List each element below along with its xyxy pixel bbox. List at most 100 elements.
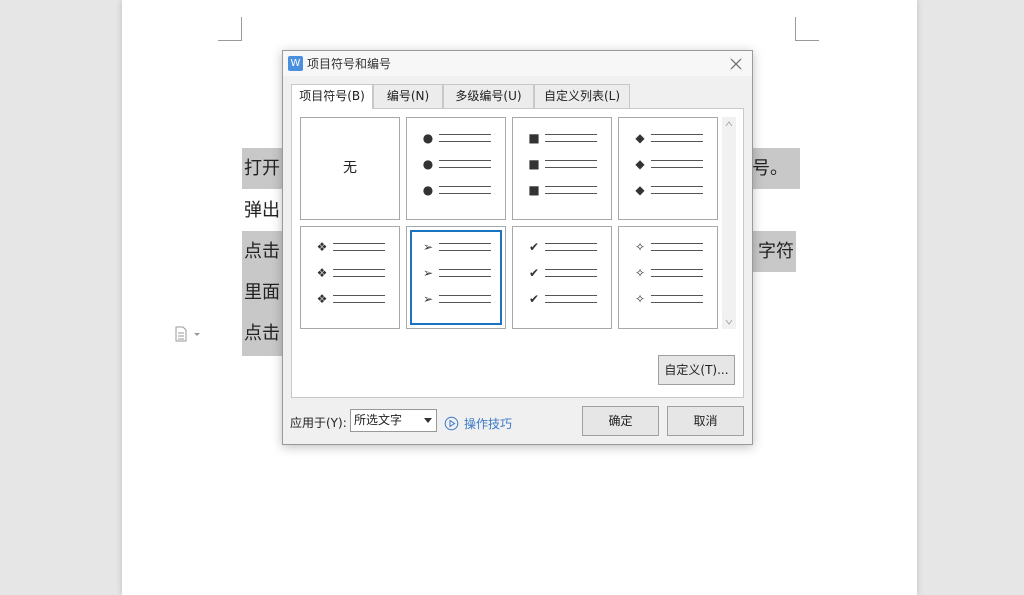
apply-to-value: 所选文字 — [354, 413, 403, 427]
preview-line — [545, 186, 597, 187]
arrowhead-bullet-icon: ➢ — [422, 240, 434, 254]
bullet-preview-row: ❖ — [315, 293, 389, 305]
preview-line — [545, 193, 597, 194]
tab-multilevel[interactable]: 多级编号(U) — [443, 84, 534, 108]
preview-line — [651, 302, 703, 303]
checkmark-bullet-icon: ✔ — [528, 266, 540, 280]
play-circle-icon[interactable] — [444, 416, 459, 431]
four-point-star-bullet-icon: ✧ — [634, 292, 646, 306]
preview-line — [333, 302, 385, 303]
bullet-preview-row: ■ — [527, 184, 601, 196]
checkmark-bullet-icon: ✔ — [528, 240, 540, 254]
preview-line — [439, 243, 491, 244]
preview-line — [651, 269, 703, 270]
preview-line — [439, 193, 491, 194]
preview-line — [651, 250, 703, 251]
crop-mark-left — [218, 17, 242, 41]
preview-line — [545, 276, 597, 277]
bullet-option-filled-square[interactable]: ■ ■ ■ — [512, 117, 612, 220]
preview-line — [651, 295, 703, 296]
preview-line — [545, 134, 597, 135]
bullet-preview-row: ● — [421, 184, 495, 196]
preview-line — [651, 186, 703, 187]
bullet-preview-row: ● — [421, 158, 495, 170]
apply-to-label: 应用于(Y): — [290, 416, 347, 430]
preview-line — [333, 295, 385, 296]
cancel-button[interactable]: 取消 — [667, 406, 744, 436]
bullet-preview-row: ✧ — [633, 267, 707, 279]
bullet-preview-row: ✔ — [527, 241, 601, 253]
bullet-preview-row: ■ — [527, 158, 601, 170]
dialog-title: 项目符号和编号 — [307, 57, 392, 71]
ok-button[interactable]: 确定 — [582, 406, 659, 436]
apply-to-select[interactable]: 所选文字 — [350, 409, 437, 432]
bullet-preview-row: ✧ — [633, 241, 707, 253]
preview-line — [545, 141, 597, 142]
preview-line — [545, 243, 597, 244]
filled-circle-bullet-icon: ● — [422, 183, 434, 197]
four-diamonds-bullet-icon: ❖ — [316, 240, 328, 254]
filled-circle-bullet-icon: ● — [422, 131, 434, 145]
chevron-down-icon — [424, 418, 432, 423]
tips-link[interactable]: 操作技巧 — [464, 415, 512, 432]
preview-line — [333, 250, 385, 251]
paragraph-layout-icon[interactable] — [174, 326, 204, 342]
bullet-option-none[interactable]: 无 — [300, 117, 400, 220]
arrowhead-bullet-icon: ➢ — [422, 292, 434, 306]
bullet-option-filled-circle[interactable]: ● ● ● — [406, 117, 506, 220]
arrowhead-bullet-icon: ➢ — [422, 266, 434, 280]
dialog-titlebar[interactable]: W 项目符号和编号 — [283, 51, 752, 76]
crop-mark-right — [795, 17, 819, 41]
preview-line — [439, 160, 491, 161]
bullet-option-four-diamonds[interactable]: ❖ ❖ ❖ — [300, 226, 400, 329]
bullet-preview-row: ❖ — [315, 241, 389, 253]
preview-line — [439, 186, 491, 187]
preview-line — [439, 250, 491, 251]
bullet-preview-row: ✧ — [633, 293, 707, 305]
tab-bullets[interactable]: 项目符号(B) — [291, 84, 373, 109]
four-point-star-bullet-icon: ✧ — [634, 240, 646, 254]
filled-square-bullet-icon: ■ — [528, 183, 540, 197]
four-point-star-bullet-icon: ✧ — [634, 266, 646, 280]
none-label: 无 — [343, 160, 357, 176]
preview-line — [439, 276, 491, 277]
tab-numbering[interactable]: 编号(N) — [373, 84, 443, 108]
bullet-option-checkmark[interactable]: ✔ ✔ ✔ — [512, 226, 612, 329]
preview-line — [439, 167, 491, 168]
bullet-preview-row: ➢ — [421, 267, 495, 279]
customize-button[interactable]: 自定义(T)... — [658, 355, 735, 385]
bullet-preview-row: ◆ — [633, 132, 707, 144]
bullet-preview-row: ❖ — [315, 267, 389, 279]
preview-line — [651, 134, 703, 135]
bullet-preview-row: ■ — [527, 132, 601, 144]
preview-line — [545, 250, 597, 251]
preview-line — [651, 276, 703, 277]
bullets-scrollbar[interactable] — [722, 117, 736, 329]
preview-line — [333, 276, 385, 277]
bullet-preview-row: ◆ — [633, 184, 707, 196]
bullet-preview-row: ✔ — [527, 267, 601, 279]
tab-custom-list[interactable]: 自定义列表(L) — [534, 84, 630, 108]
preview-line — [651, 167, 703, 168]
bullet-option-arrowhead[interactable]: ➢ ➢ ➢ — [406, 226, 506, 329]
bullet-option-filled-diamond[interactable]: ◆ ◆ ◆ — [618, 117, 718, 220]
wps-app-icon: W — [288, 56, 303, 71]
filled-diamond-bullet-icon: ◆ — [635, 183, 645, 197]
preview-line — [439, 302, 491, 303]
bullet-preview-row: ➢ — [421, 241, 495, 253]
preview-line — [545, 295, 597, 296]
preview-line — [333, 269, 385, 270]
preview-line — [545, 167, 597, 168]
preview-line — [439, 269, 491, 270]
preview-line — [545, 269, 597, 270]
bullet-preview-row: ✔ — [527, 293, 601, 305]
bullet-option-four-point-star[interactable]: ✧ ✧ ✧ — [618, 226, 718, 329]
bullet-preview-row: ◆ — [633, 158, 707, 170]
filled-circle-bullet-icon: ● — [422, 157, 434, 171]
preview-line — [439, 295, 491, 296]
filled-square-bullet-icon: ■ — [528, 131, 540, 145]
preview-line — [545, 302, 597, 303]
bullet-preview-row: ➢ — [421, 293, 495, 305]
preview-line — [651, 243, 703, 244]
close-icon[interactable] — [726, 54, 746, 74]
